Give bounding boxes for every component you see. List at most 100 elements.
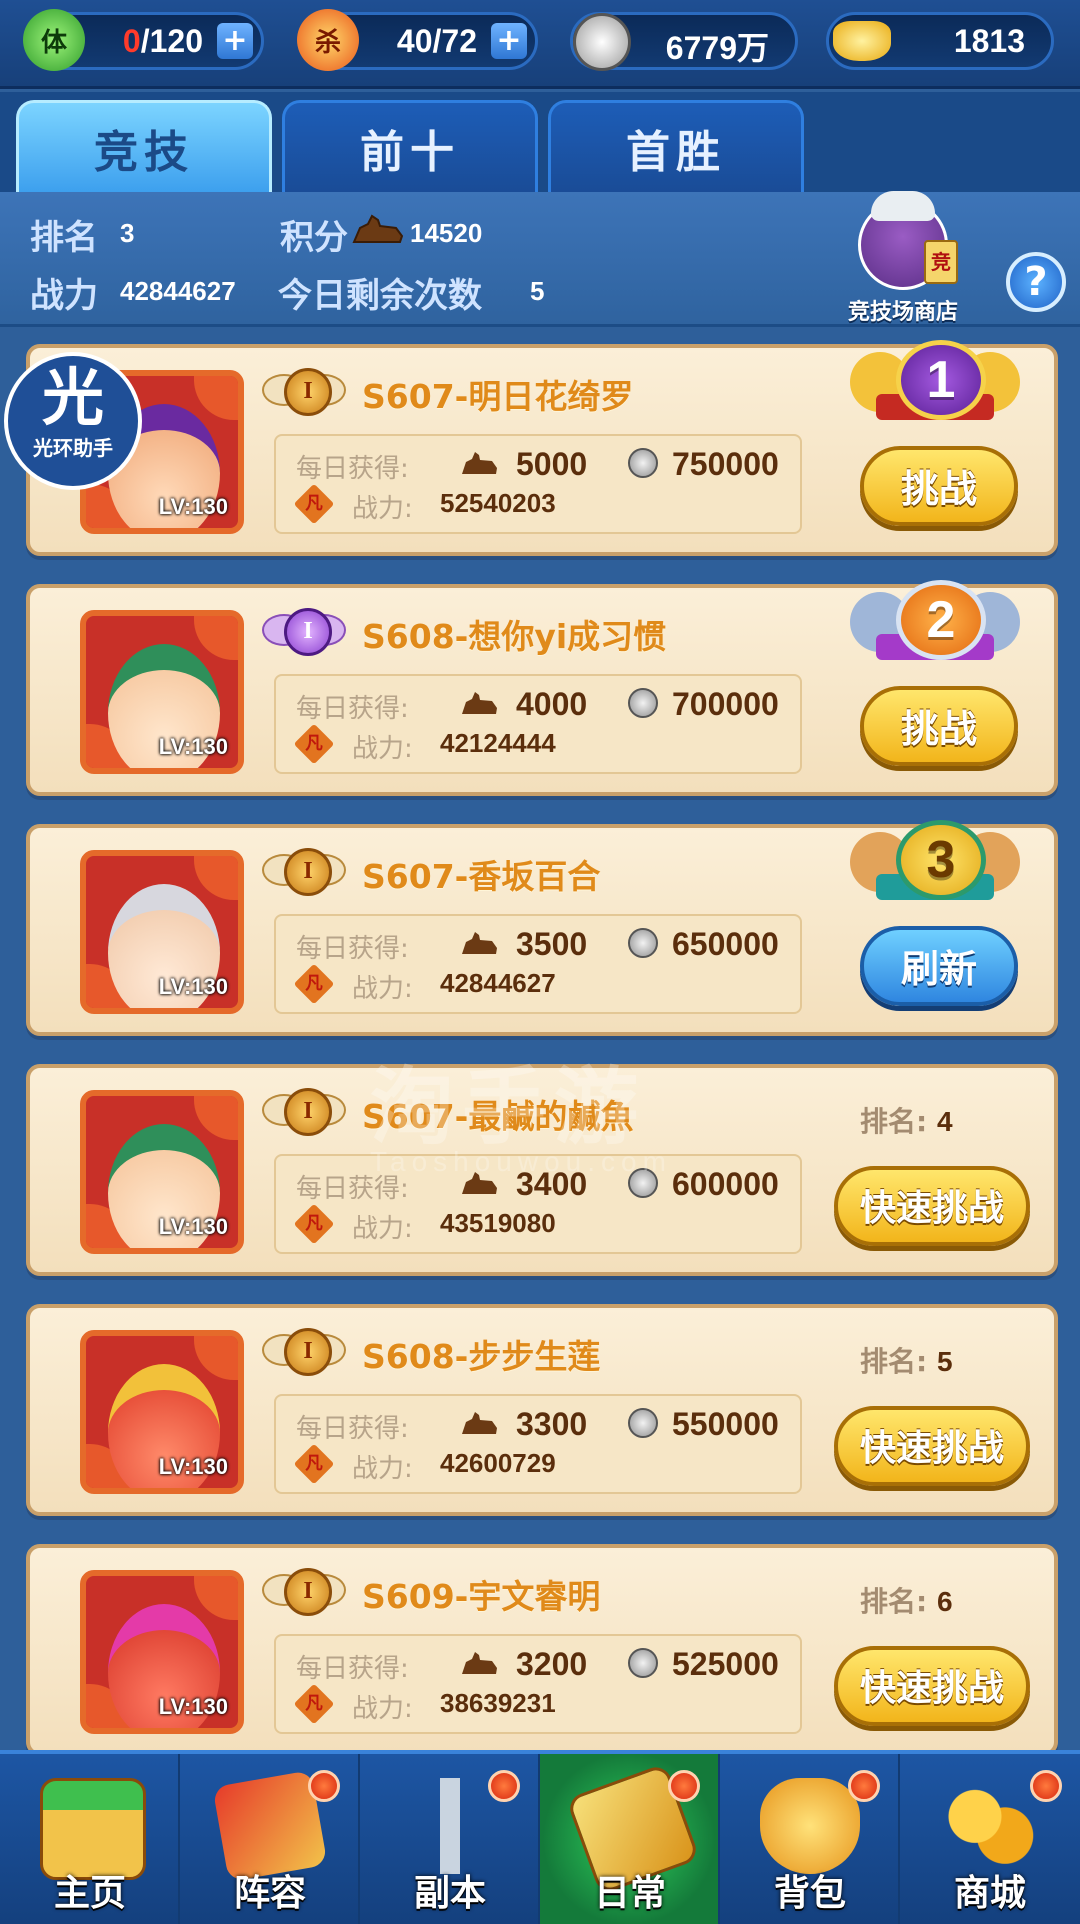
silver-reward: 650000 — [672, 926, 779, 962]
nav-home[interactable]: 主页 — [0, 1754, 180, 1924]
first-place-medal-icon: 1 — [850, 334, 1020, 444]
opponent-power: 43519080 — [440, 1208, 556, 1238]
nav-daily[interactable]: 日常 — [540, 1754, 720, 1924]
rank-label: 排名: — [860, 1345, 928, 1378]
opponent-rank: 排名: 4 — [860, 1100, 953, 1140]
score-horse-icon — [462, 1652, 497, 1674]
shop-coins-icon — [940, 1778, 1040, 1874]
rank-badge-text: I — [284, 848, 332, 896]
remaining-value: 5 — [530, 276, 545, 306]
score-horse-icon — [462, 932, 497, 954]
power-icon-text: 凡 — [305, 973, 323, 994]
opponent-rank: 排名: 5 — [860, 1340, 953, 1380]
silver-reward: 550000 — [672, 1406, 779, 1442]
nav-lineup[interactable]: 阵容 — [180, 1754, 360, 1924]
score-reward: 3300 — [516, 1406, 588, 1442]
rank-label: 排名 — [30, 218, 98, 258]
reward-box: 每日获得: 5000 750000 凡 战力: 52540203 — [274, 434, 802, 534]
power-label: 战力: — [352, 1214, 413, 1244]
shop-label: 竞技场商店 — [847, 300, 958, 325]
opponent-portrait[interactable]: LV:130 — [80, 1330, 244, 1494]
reward-box: 每日获得: 4000 700000 凡 战力: 42124444 — [274, 674, 802, 774]
nav-bag[interactable]: 背包 — [720, 1754, 900, 1924]
power-label: 战力 — [30, 276, 98, 316]
medal-number: 1 — [896, 340, 986, 420]
stamina-max: /120 — [140, 23, 203, 59]
nav-label: 日常 — [593, 1873, 666, 1914]
opponent-card: LV:130 I S609-宇文睿明 排名: 6 每日获得: 3200 5250… — [26, 1544, 1058, 1750]
notification-dot — [1030, 1770, 1062, 1802]
daily-label: 每日获得: — [296, 454, 409, 484]
stamina-resource: 体 0/120 + — [23, 9, 264, 71]
challenge-button[interactable]: 挑战 — [860, 686, 1018, 766]
score-label: 积分 — [280, 218, 348, 258]
daily-label: 每日获得: — [296, 1654, 409, 1684]
bag-icon — [760, 1778, 860, 1874]
score-reward: 3500 — [516, 926, 588, 962]
score-value: 14520 — [410, 218, 483, 248]
power-value: 42844627 — [120, 276, 236, 306]
medal-number: 3 — [896, 820, 986, 900]
help-button[interactable]: ? — [1006, 252, 1066, 312]
score-horse-icon — [462, 452, 497, 474]
reward-box: 每日获得: 3500 650000 凡 战力: 42844627 — [274, 914, 802, 1014]
opponent-name: S608-想你yi成习惯 — [362, 617, 667, 656]
opponent-card: LV:130 I S607-明日花绮罗 每日获得: 5000 750000 凡 … — [26, 340, 1058, 556]
nav-label: 副本 — [413, 1873, 486, 1914]
nav-shop[interactable]: 商城 — [900, 1754, 1080, 1924]
halo-helper-button[interactable]: 光 光环助手 — [4, 352, 142, 490]
opponent-card: LV:130 I S607-香坂百合 每日获得: 3500 650000 凡 战… — [26, 820, 1058, 1036]
quick-challenge-button[interactable]: 快速挑战 — [834, 1646, 1030, 1726]
power-label: 战力: — [352, 494, 413, 524]
notification-dot — [668, 1770, 700, 1802]
rank-value: 6 — [936, 1586, 953, 1617]
silver-reward: 750000 — [672, 446, 779, 482]
rank-value: 5 — [936, 1346, 953, 1377]
arena-shop-button[interactable]: 竞 竞技场商店 — [838, 191, 968, 325]
silver-coin-icon — [628, 928, 658, 958]
power-label: 战力: — [352, 734, 413, 764]
score-horse-icon — [462, 692, 497, 714]
rank-badge-text: I — [284, 1328, 332, 1376]
opponent-power: 42124444 — [440, 728, 556, 758]
challenge-button[interactable]: 挑战 — [860, 446, 1018, 526]
opponent-card: LV:130 I S608-步步生莲 排名: 5 每日获得: 3300 5500… — [26, 1304, 1058, 1516]
quick-challenge-button[interactable]: 快速挑战 — [834, 1166, 1030, 1246]
level-label: LV:130 — [158, 1454, 228, 1479]
add-kill-button[interactable]: + — [491, 23, 527, 59]
rank-badge: I — [262, 602, 346, 660]
daily-label: 每日获得: — [296, 1414, 409, 1444]
rank-badge: I — [262, 1562, 346, 1620]
power-label: 战力: — [352, 1454, 413, 1484]
power-label: 战力: — [352, 974, 413, 1004]
opponent-portrait[interactable]: LV:130 — [80, 850, 244, 1014]
silver-coin-icon — [573, 13, 631, 71]
opponent-portrait[interactable]: LV:130 — [80, 1570, 244, 1734]
quick-challenge-button[interactable]: 快速挑战 — [834, 1406, 1030, 1486]
tab-arena[interactable]: 竞技 — [16, 100, 272, 192]
silver-coin-icon — [628, 448, 658, 478]
add-stamina-button[interactable]: + — [217, 23, 253, 59]
kill-icon-text: 杀 — [314, 27, 341, 58]
opponent-power: 52540203 — [440, 488, 556, 518]
opponent-portrait[interactable]: LV:130 — [80, 610, 244, 774]
level-label: LV:130 — [158, 1214, 228, 1239]
rank-badge: I — [262, 842, 346, 900]
level-label: LV:130 — [158, 494, 228, 519]
level-label: LV:130 — [158, 1694, 228, 1719]
tab-first-win[interactable]: 首胜 — [548, 100, 804, 192]
remaining-label: 今日剩余次数 — [278, 276, 482, 316]
nav-dungeon[interactable]: 副本 — [360, 1754, 540, 1924]
power-icon: 凡 — [293, 1443, 335, 1485]
score-reward: 3200 — [516, 1646, 588, 1682]
bottom-nav: 主页 阵容 副本 日常 背包 商城 — [0, 1750, 1080, 1924]
gold-resource: 1813 — [826, 12, 1054, 70]
refresh-button[interactable]: 刷新 — [860, 926, 1018, 1006]
level-label: LV:130 — [158, 974, 228, 999]
rank-badge-text: I — [284, 1088, 332, 1136]
tab-top-ten[interactable]: 前十 — [282, 100, 538, 192]
silver-value: 6779万 — [665, 30, 769, 66]
opponent-list[interactable]: LV:130 I S607-明日花绮罗 每日获得: 5000 750000 凡 … — [0, 326, 1080, 1750]
power-icon-text: 凡 — [305, 1693, 323, 1714]
opponent-portrait[interactable]: LV:130 — [80, 1090, 244, 1254]
